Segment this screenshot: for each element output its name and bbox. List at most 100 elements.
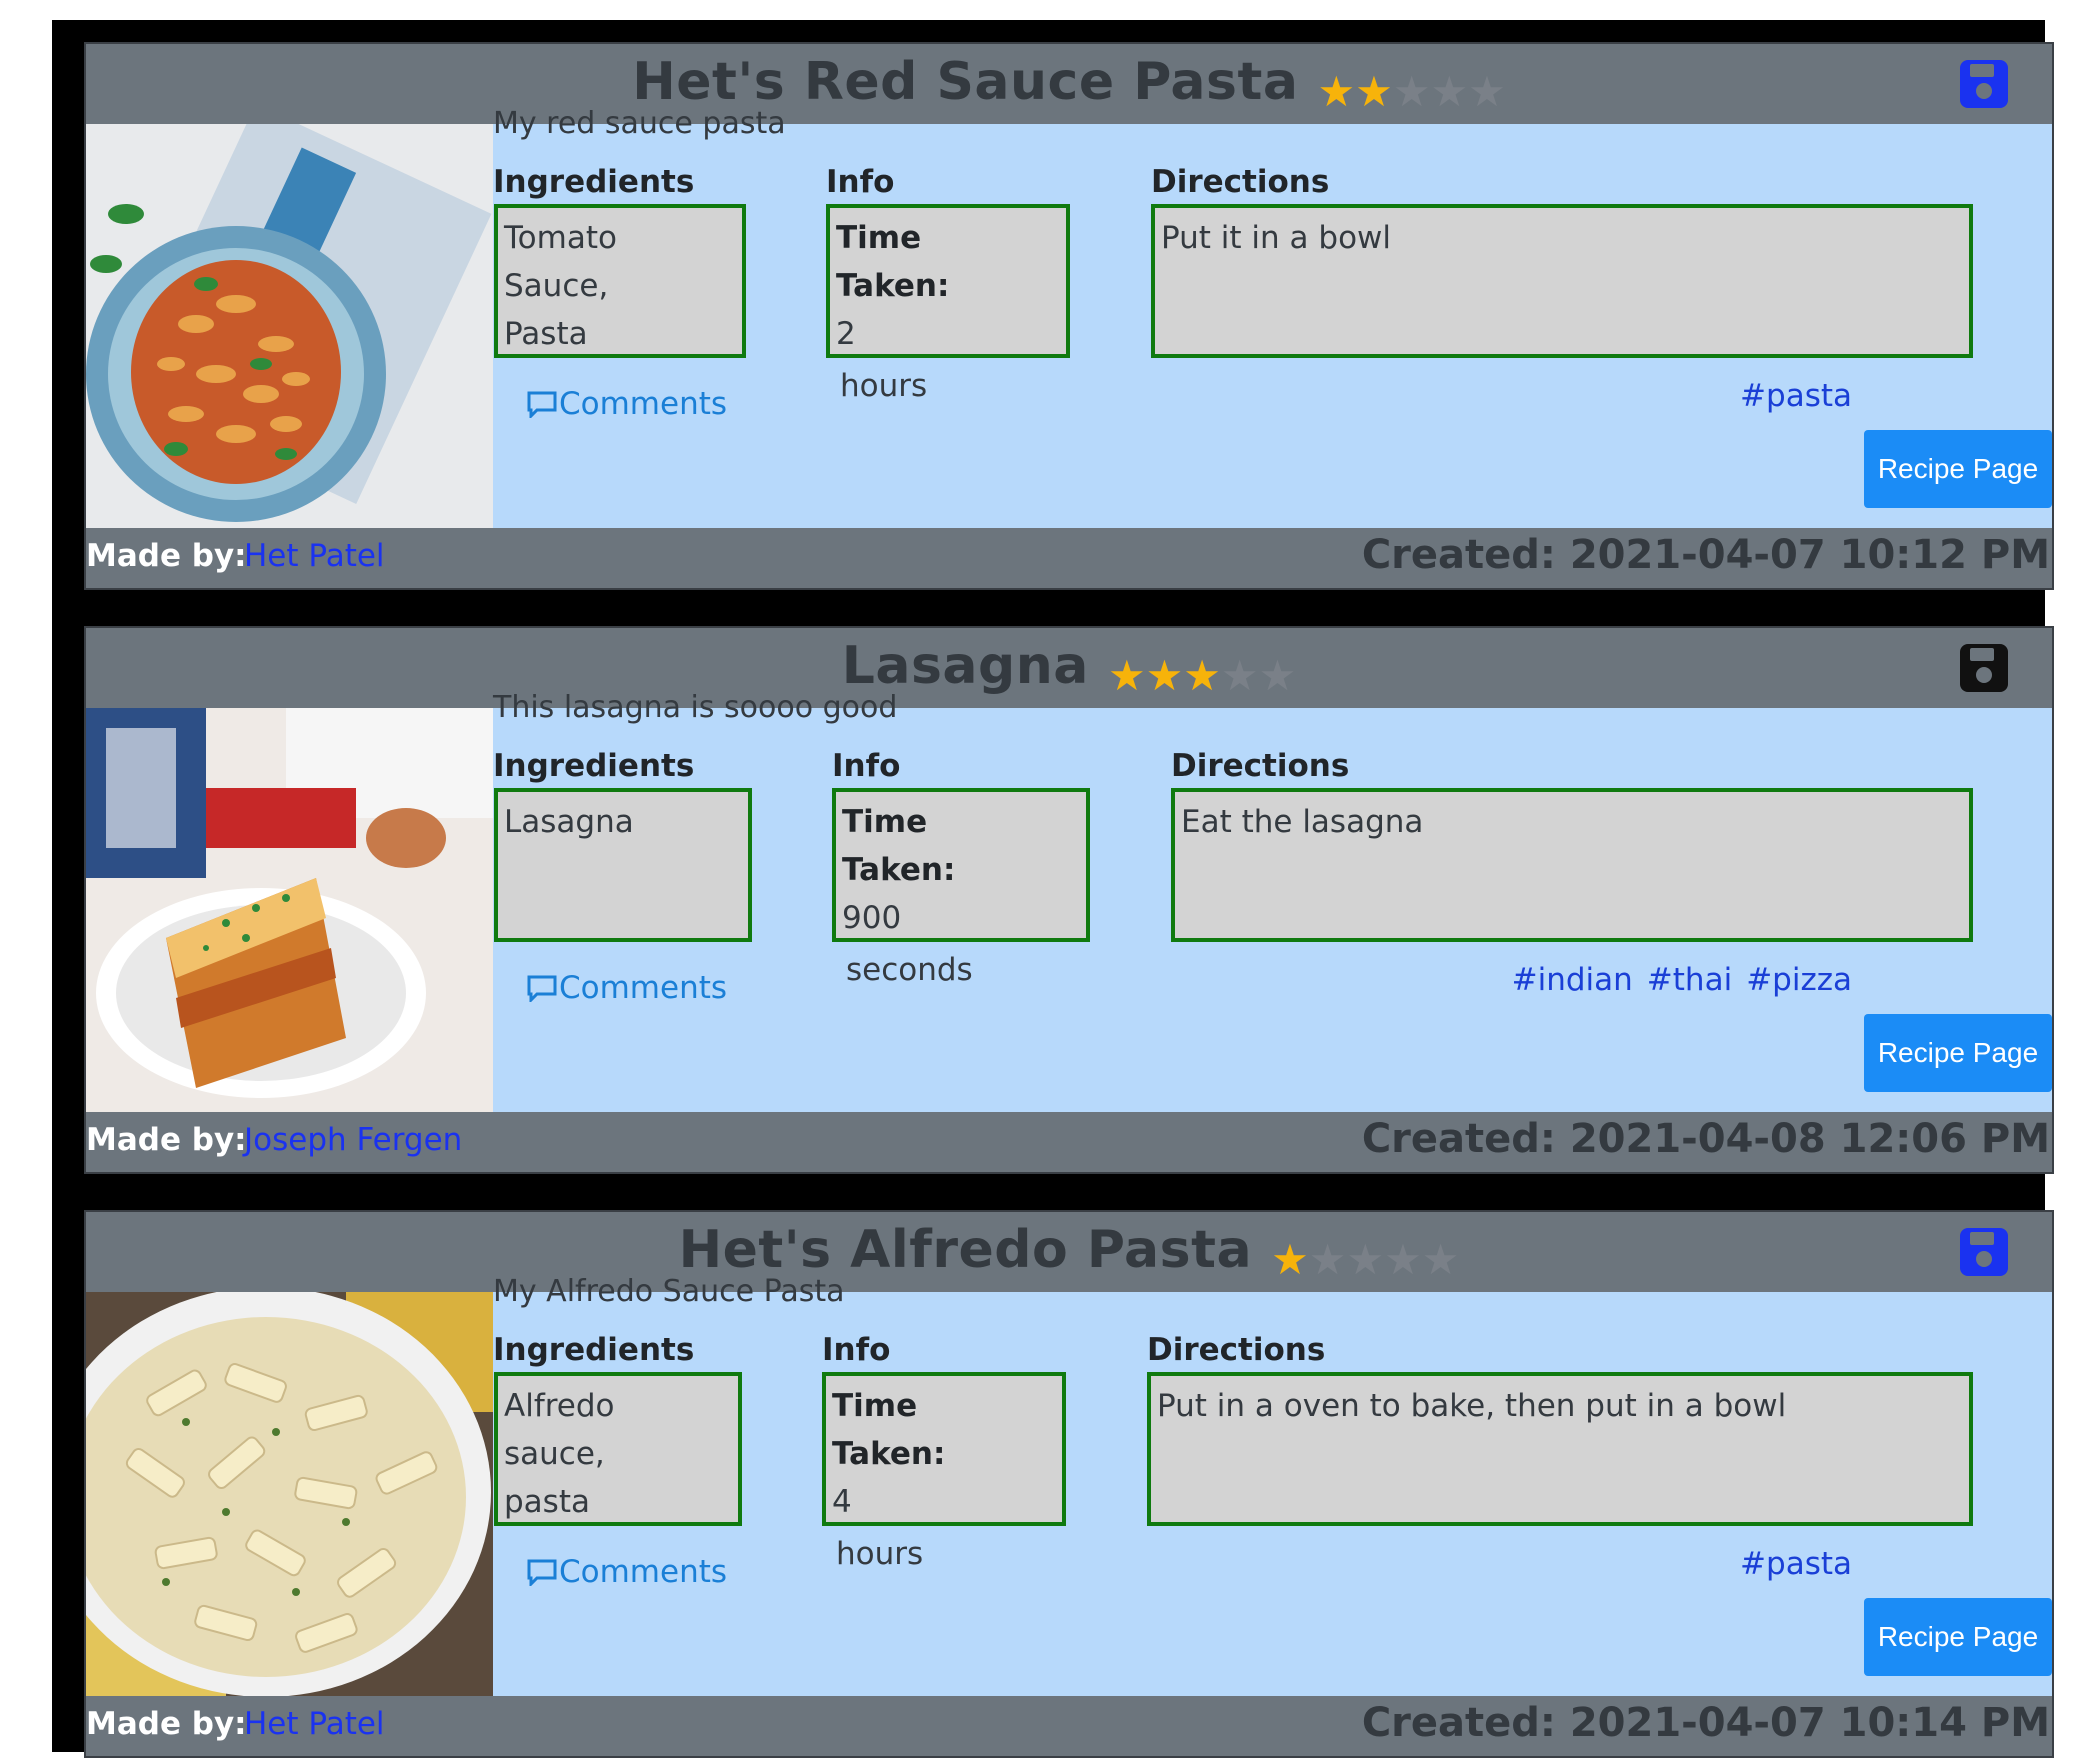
star-rating[interactable]: ★★★★★ bbox=[1108, 655, 1296, 697]
made-by-label: Made by: bbox=[86, 1122, 247, 1158]
comments-label: Comments bbox=[559, 1554, 728, 1590]
ingredients-text: Lasagna bbox=[504, 804, 634, 840]
recipe-description: My Alfredo Sauce Pasta bbox=[493, 1274, 845, 1309]
ingredients-box: Tomato Sauce, Pasta bbox=[494, 204, 746, 358]
star-empty-icon[interactable]: ★ bbox=[1309, 1235, 1347, 1284]
recipe-page-button[interactable]: Recipe Page bbox=[1864, 1598, 2052, 1676]
directions-heading: Directions bbox=[1151, 164, 1330, 200]
card-header: Het's Red Sauce Pasta ★★★★★ bbox=[86, 44, 2052, 124]
created-timestamp: Created: 2021-04-08 12:06 PM bbox=[1361, 1116, 2050, 1162]
star-filled-icon[interactable]: ★ bbox=[1318, 67, 1356, 116]
star-filled-icon[interactable]: ★ bbox=[1183, 651, 1221, 700]
star-filled-icon[interactable]: ★ bbox=[1355, 67, 1393, 116]
comments-label: Comments bbox=[559, 386, 728, 422]
comment-icon bbox=[527, 391, 557, 418]
made-by-label: Made by: bbox=[86, 1706, 247, 1742]
time-unit: hours bbox=[840, 368, 928, 404]
tag-list: #pasta bbox=[1726, 378, 1852, 414]
star-rating[interactable]: ★★★★★ bbox=[1318, 71, 1506, 113]
star-filled-icon[interactable]: ★ bbox=[1108, 651, 1146, 700]
comments-link[interactable]: Comments bbox=[527, 386, 727, 422]
comment-icon bbox=[527, 1559, 557, 1586]
recipe-description: This lasagna is soooo good bbox=[493, 690, 898, 725]
star-empty-icon[interactable]: ★ bbox=[1393, 67, 1431, 116]
recipe-page-button[interactable]: Recipe Page bbox=[1864, 430, 2052, 508]
star-filled-icon[interactable]: ★ bbox=[1146, 651, 1184, 700]
save-icon[interactable] bbox=[1958, 1226, 2010, 1278]
card-footer: Made by: Het Patel Created: 2021-04-07 1… bbox=[86, 1696, 2052, 1756]
created-timestamp: Created: 2021-04-07 10:14 PM bbox=[1361, 1700, 2050, 1746]
card-footer: Made by: Het Patel Created: 2021-04-07 1… bbox=[86, 528, 2052, 588]
time-unit: hours bbox=[836, 1536, 924, 1572]
info-box: Time Taken: 900 seconds bbox=[832, 788, 1090, 988]
directions-text: Put it in a bowl bbox=[1161, 220, 1392, 256]
save-icon[interactable] bbox=[1958, 642, 2010, 694]
directions-box: Put in a oven to bake, then put in a bow… bbox=[1147, 1372, 1973, 1526]
card-header: Het's Alfredo Pasta ★★★★★ bbox=[86, 1212, 2052, 1292]
ingredients-box: Alfredo sauce, pasta bbox=[494, 1372, 742, 1526]
star-empty-icon[interactable]: ★ bbox=[1384, 1235, 1422, 1284]
time-unit: seconds bbox=[846, 952, 973, 988]
directions-text: Eat the lasagna bbox=[1181, 804, 1424, 840]
star-filled-icon[interactable]: ★ bbox=[1271, 1235, 1309, 1284]
recipe-description: My red sauce pasta bbox=[493, 106, 786, 141]
ingredients-heading: Ingredients bbox=[493, 1332, 695, 1368]
author-link[interactable]: Joseph Fergen bbox=[244, 1122, 462, 1158]
recipe-card: Het's Alfredo Pasta ★★★★★ My Alfredo Sau… bbox=[84, 1210, 2054, 1758]
tag-link[interactable]: #indian bbox=[1512, 962, 1633, 998]
tag-link[interactable]: #thai bbox=[1647, 962, 1732, 998]
alfredo-photo bbox=[86, 1292, 493, 1696]
recipe-page-button[interactable]: Recipe Page bbox=[1864, 1014, 2052, 1092]
comments-link[interactable]: Comments bbox=[527, 970, 727, 1006]
created-timestamp: Created: 2021-04-07 10:12 PM bbox=[1361, 532, 2050, 578]
recipe-card: Het's Red Sauce Pasta ★★★★★ My red sauce… bbox=[84, 42, 2054, 590]
ingredients-box: Lasagna bbox=[494, 788, 752, 942]
star-empty-icon[interactable]: ★ bbox=[1346, 1235, 1384, 1284]
time-label: Time Taken: bbox=[832, 1388, 946, 1472]
tag-link[interactable]: #pasta bbox=[1740, 378, 1852, 414]
info-box: Time Taken: 2 hours bbox=[826, 204, 1070, 404]
directions-box: Eat the lasagna bbox=[1171, 788, 1973, 942]
recipe-title: Lasagna bbox=[841, 636, 1089, 696]
star-empty-icon[interactable]: ★ bbox=[1430, 67, 1468, 116]
author-link[interactable]: Het Patel bbox=[244, 1706, 385, 1742]
info-heading: Info bbox=[822, 1332, 891, 1368]
card-footer: Made by: Joseph Fergen Created: 2021-04-… bbox=[86, 1112, 2052, 1172]
recipe-card: Lasagna ★★★★★ This lasagna is soooo good… bbox=[84, 626, 2054, 1174]
ingredients-text: Alfredo sauce, pasta bbox=[504, 1388, 615, 1520]
time-value: 4 bbox=[832, 1484, 852, 1520]
lasagna-photo bbox=[86, 708, 493, 1112]
directions-heading: Directions bbox=[1147, 1332, 1326, 1368]
save-icon[interactable] bbox=[1958, 58, 2010, 110]
star-rating[interactable]: ★★★★★ bbox=[1271, 1239, 1459, 1281]
ingredients-text: Tomato Sauce, Pasta bbox=[504, 220, 617, 352]
info-box: Time Taken: 4 hours bbox=[822, 1372, 1066, 1572]
info-heading: Info bbox=[832, 748, 901, 784]
tag-list: #indian #thai #pizza bbox=[1498, 962, 1852, 998]
directions-text: Put in a oven to bake, then put in a bow… bbox=[1157, 1388, 1787, 1424]
comments-link[interactable]: Comments bbox=[527, 1554, 727, 1590]
comment-icon bbox=[527, 975, 557, 1002]
tag-link[interactable]: #pizza bbox=[1746, 962, 1852, 998]
directions-box: Put it in a bowl bbox=[1151, 204, 1973, 358]
tag-link[interactable]: #pasta bbox=[1740, 1546, 1852, 1582]
made-by-label: Made by: bbox=[86, 538, 247, 574]
time-label: Time Taken: bbox=[842, 804, 956, 888]
star-empty-icon[interactable]: ★ bbox=[1468, 67, 1506, 116]
star-empty-icon[interactable]: ★ bbox=[1221, 651, 1259, 700]
time-value: 2 bbox=[836, 316, 856, 352]
ingredients-heading: Ingredients bbox=[493, 164, 695, 200]
star-empty-icon[interactable]: ★ bbox=[1422, 1235, 1460, 1284]
comments-label: Comments bbox=[559, 970, 728, 1006]
time-label: Time Taken: bbox=[836, 220, 950, 304]
info-heading: Info bbox=[826, 164, 895, 200]
author-link[interactable]: Het Patel bbox=[244, 538, 385, 574]
tag-list: #pasta bbox=[1726, 1546, 1852, 1582]
recipe-title: Het's Red Sauce Pasta bbox=[632, 52, 1299, 112]
recipe-title: Het's Alfredo Pasta bbox=[678, 1220, 1253, 1280]
time-value: 900 bbox=[842, 900, 902, 936]
directions-heading: Directions bbox=[1171, 748, 1350, 784]
ingredients-heading: Ingredients bbox=[493, 748, 695, 784]
star-empty-icon[interactable]: ★ bbox=[1259, 651, 1297, 700]
pasta-photo bbox=[86, 124, 493, 528]
